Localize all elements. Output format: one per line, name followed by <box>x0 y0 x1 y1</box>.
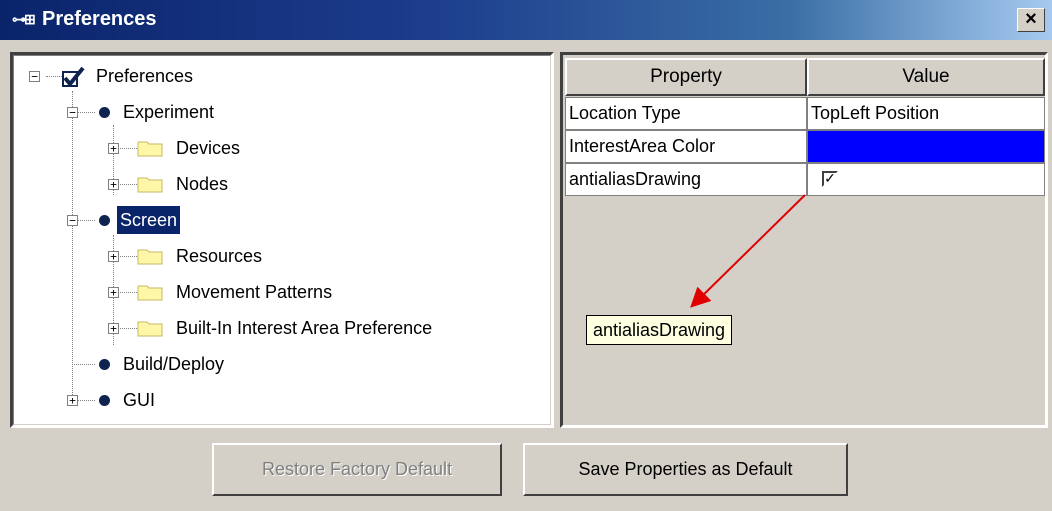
collapse-icon[interactable]: − <box>67 107 78 118</box>
folder-icon <box>137 177 163 193</box>
antialias-checkbox[interactable]: ✓ <box>822 171 838 187</box>
value-cell[interactable]: TopLeft Position <box>807 97 1045 130</box>
tree-label-resources: Resources <box>176 246 263 266</box>
bullet-icon <box>99 107 110 118</box>
bullet-icon <box>99 359 110 370</box>
close-button[interactable]: × <box>1017 8 1045 32</box>
tooltip: antialiasDrawing <box>586 315 733 345</box>
folder-icon <box>137 285 163 301</box>
collapse-icon[interactable]: − <box>67 215 78 226</box>
tree-label-movement-patterns: Movement Patterns <box>176 282 333 302</box>
tree-item-movement-patterns[interactable]: + Movement Patterns <box>13 278 543 306</box>
property-cell[interactable]: Location Type <box>565 97 807 130</box>
folder-icon <box>137 321 163 337</box>
expand-icon[interactable]: + <box>67 395 78 406</box>
tree-label-experiment: Experiment <box>123 102 215 122</box>
expand-icon[interactable]: + <box>108 323 119 334</box>
tree-label-builtin-interest-area: Built-In Interest Area Preference <box>176 318 433 338</box>
tree-item-builtin-interest-area[interactable]: + Built-In Interest Area Preference <box>13 314 543 342</box>
expand-icon[interactable]: + <box>108 287 119 298</box>
collapse-icon[interactable]: − <box>29 71 40 82</box>
bullet-icon <box>99 395 110 406</box>
tree-item-resources[interactable]: + Resources <box>13 242 543 270</box>
save-properties-default-button[interactable]: Save Properties as Default <box>523 443 848 496</box>
tree-item-gui[interactable]: + GUI <box>13 386 543 414</box>
color-swatch-cell[interactable] <box>807 130 1045 163</box>
tree-item-nodes[interactable]: + Nodes <box>13 170 543 198</box>
value-cell[interactable]: ✓ <box>807 163 1045 196</box>
folder-icon <box>137 141 163 157</box>
title-bar: ⊶⊞ Preferences × <box>0 0 1052 40</box>
column-header-value[interactable]: Value <box>807 58 1045 96</box>
property-table[interactable]: Property Value Location Type TopLeft Pos… <box>560 52 1048 428</box>
window-title: Preferences <box>42 8 157 30</box>
expand-icon[interactable]: + <box>108 143 119 154</box>
property-cell[interactable]: antialiasDrawing <box>565 163 807 196</box>
tree-label-nodes: Nodes <box>176 174 229 194</box>
preferences-tree[interactable]: − Preferences − Experiment + Devices + N… <box>10 52 554 428</box>
tree-label-screen: Screen <box>117 206 181 234</box>
bullet-icon <box>99 215 110 226</box>
expand-icon[interactable]: + <box>108 251 119 262</box>
tree-item-build-deploy[interactable]: Build/Deploy <box>13 350 543 378</box>
restore-factory-default-button[interactable]: Restore Factory Default <box>212 443 502 496</box>
tree-item-preferences[interactable]: − Preferences <box>13 62 543 90</box>
property-cell[interactable]: InterestArea Color <box>565 130 807 163</box>
tree-item-screen[interactable]: − Screen <box>13 206 543 234</box>
column-header-property[interactable]: Property <box>565 58 807 96</box>
tree-label-devices: Devices <box>176 138 241 158</box>
checkbox-icon <box>62 66 85 88</box>
expand-icon[interactable]: + <box>108 179 119 190</box>
tree-item-devices[interactable]: + Devices <box>13 134 543 162</box>
tree-label-preferences: Preferences <box>96 66 194 86</box>
tree-item-experiment[interactable]: − Experiment <box>13 98 543 126</box>
tree-label-gui: GUI <box>123 390 156 410</box>
network-icon: ⊶⊞ <box>12 11 36 27</box>
tree-label-build-deploy: Build/Deploy <box>123 354 225 374</box>
folder-icon <box>137 249 163 265</box>
